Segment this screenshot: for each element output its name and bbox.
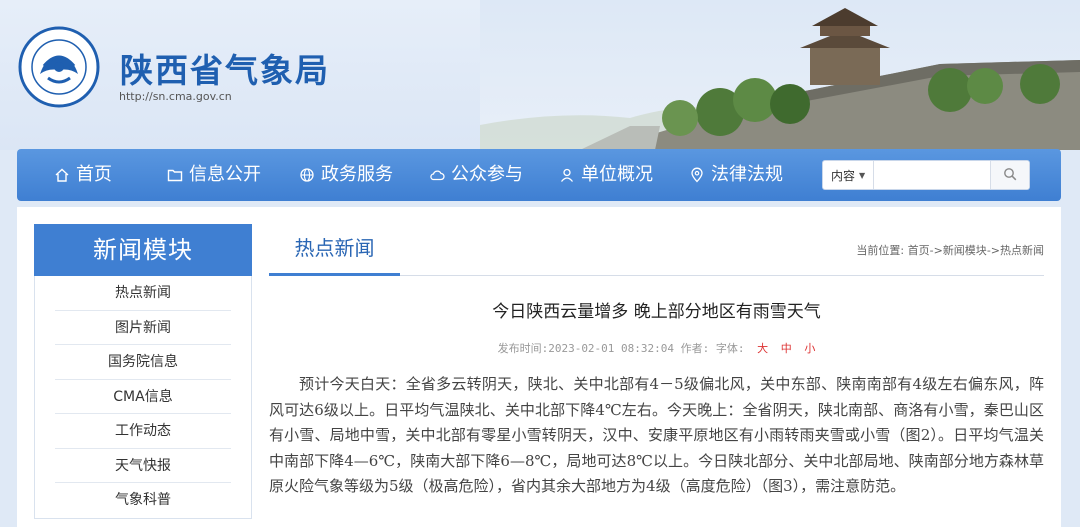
search-scope-value: 内容 (831, 168, 856, 183)
sidebar-title: 新闻模块 (34, 224, 252, 276)
breadcrumb-hot-news[interactable]: 热点新闻 (1000, 244, 1044, 257)
article-meta-text: 发布时间:2023-02-01 08:32:04 作者: 字体: (497, 342, 745, 355)
site-title[interactable]: 陕西省气象局 (120, 44, 330, 92)
search-box: 内容 ▼ (822, 160, 1030, 190)
sidebar-item-cma-info[interactable]: CMA信息 (55, 380, 231, 414)
nav-item-home[interactable]: 首页 (54, 149, 112, 201)
breadcrumb-home[interactable]: 首页 (908, 244, 930, 257)
nav-label: 信息公开 (189, 164, 261, 185)
site-url[interactable]: http://sn.cma.gov.cn (119, 90, 232, 103)
content-header: 热点新闻 当前位置: 首页->新闻模块->热点新闻 (269, 224, 1044, 276)
sidebar-item-work-updates[interactable]: 工作动态 (55, 414, 231, 449)
font-size-large-button[interactable]: 大 (757, 342, 768, 355)
cloud-icon (429, 167, 445, 183)
article-content: 热点新闻 当前位置: 首页->新闻模块->热点新闻 今日陕西云量增多 晚上部分地… (269, 224, 1044, 527)
home-icon (54, 167, 70, 183)
breadcrumb-separator: -> (986, 244, 1000, 257)
nav-item-gov-services[interactable]: 政务服务 (299, 149, 393, 201)
main-nav: 首页 信息公开 政务服务 公众参与 单位概况 法律法规 内容 ▼ (17, 149, 1061, 201)
city-wall-scenery (480, 0, 1080, 150)
article-title: 今日陕西云量增多 晚上部分地区有雨雪天气 (492, 302, 821, 322)
breadcrumb-news-module[interactable]: 新闻模块 (943, 244, 987, 257)
font-size-small-button[interactable]: 小 (804, 342, 815, 355)
sidebar-item-hot-news[interactable]: 热点新闻 (55, 276, 231, 311)
folder-icon (167, 167, 183, 183)
breadcrumb-prefix: 当前位置: (856, 244, 905, 257)
nav-item-public-participation[interactable]: 公众参与 (429, 149, 523, 201)
news-sidebar: 新闻模块 热点新闻 图片新闻 国务院信息 CMA信息 工作动态 天气快报 气象科… (34, 224, 252, 527)
cma-logo-icon[interactable] (18, 26, 100, 108)
nav-label: 政务服务 (321, 164, 393, 185)
main-panel: 新闻模块 热点新闻 图片新闻 国务院信息 CMA信息 工作动态 天气快报 气象科… (17, 207, 1061, 527)
location-pin-icon (689, 167, 705, 183)
globe-icon (299, 167, 315, 183)
sidebar-item-state-council-info[interactable]: 国务院信息 (55, 345, 231, 380)
caret-down-icon: ▼ (859, 170, 866, 180)
search-scope-select[interactable]: 内容 ▼ (823, 161, 874, 189)
sidebar-list: 热点新闻 图片新闻 国务院信息 CMA信息 工作动态 天气快报 气象科普 (34, 276, 252, 519)
nav-label: 法律法规 (711, 164, 783, 185)
breadcrumb: 当前位置: 首页->新闻模块->热点新闻 (856, 242, 1044, 258)
article-body: 预计今天白天：全省多云转阴天，陕北、关中北部有4－5级偏北风，关中东部、陕南南部… (269, 375, 1044, 495)
sidebar-item-photo-news[interactable]: 图片新闻 (55, 311, 231, 345)
sidebar-item-meteorology-science[interactable]: 气象科普 (55, 483, 231, 518)
breadcrumb-separator: -> (929, 244, 943, 257)
search-input[interactable] (873, 161, 990, 189)
site-header: 陕西省气象局 http://sn.cma.gov.cn (0, 0, 1080, 150)
nav-item-laws-regulations[interactable]: 法律法规 (689, 149, 783, 201)
article-meta: 发布时间:2023-02-01 08:32:04 作者: 字体: 大 中 小 (269, 340, 1044, 356)
nav-label: 首页 (76, 164, 112, 185)
sidebar-item-weather-bulletin[interactable]: 天气快报 (55, 449, 231, 483)
section-title: 热点新闻 (269, 224, 400, 276)
nav-item-info-disclosure[interactable]: 信息公开 (167, 149, 261, 201)
search-button[interactable] (989, 161, 1029, 189)
user-icon (559, 167, 575, 183)
search-icon (1003, 166, 1017, 185)
nav-item-unit-overview[interactable]: 单位概况 (559, 149, 653, 201)
nav-label: 公众参与 (451, 164, 523, 185)
nav-label: 单位概况 (581, 164, 653, 185)
font-size-medium-button[interactable]: 中 (781, 342, 792, 355)
